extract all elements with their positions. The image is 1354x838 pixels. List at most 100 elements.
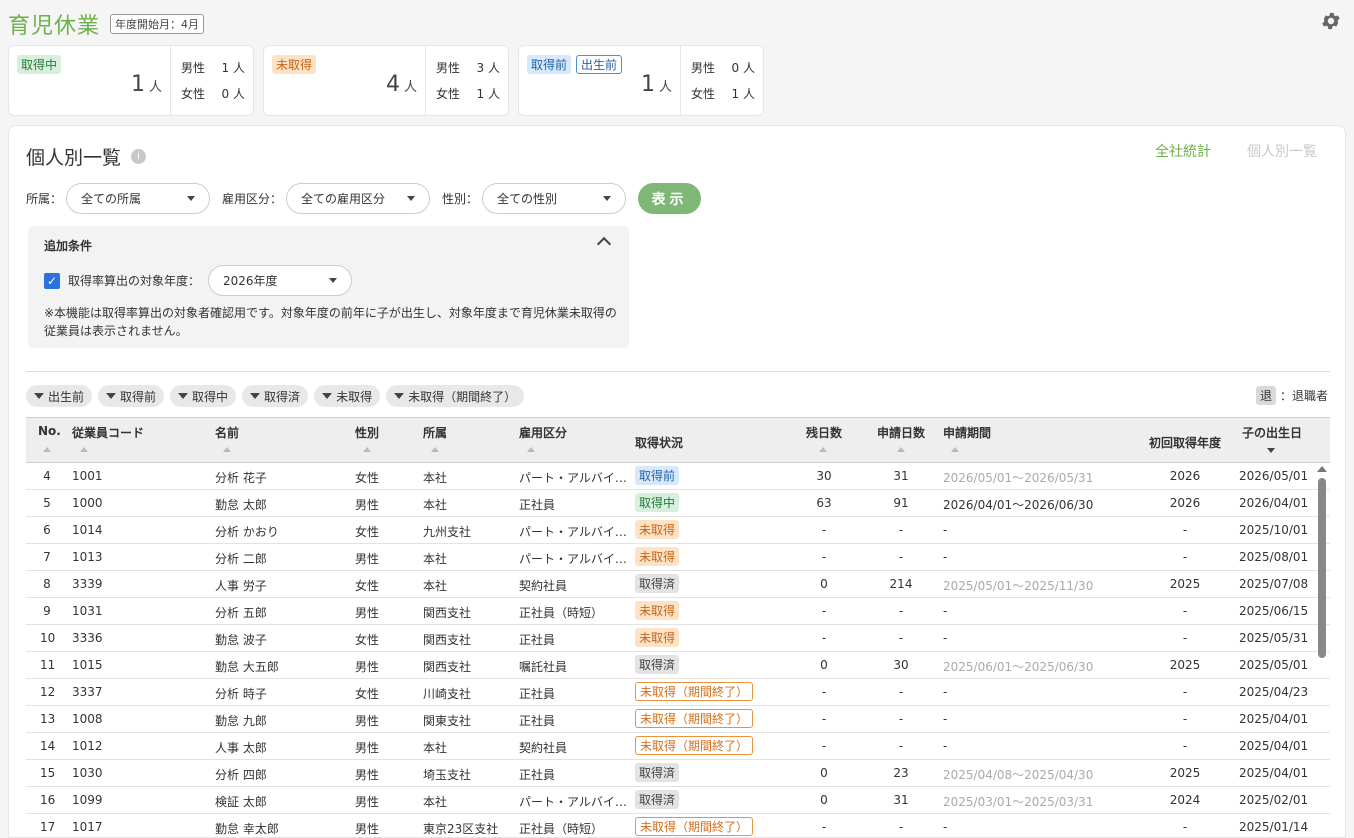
dept-cell: 関西支社	[423, 660, 472, 674]
applied-days: 23	[893, 766, 909, 780]
sort-icon[interactable]	[951, 447, 959, 452]
table-row[interactable]: 14 1012 人事 太郎 男性 本社 契約社員 未取得（期間終了） - - - - 2025/04/…	[26, 733, 1330, 760]
employment-cell: パート・アルバイ…	[519, 471, 627, 485]
table-row[interactable]: 17 1017 勤怠 幸太郎 男性 東京23区支社 正社員（時短） 未取得（期間終了） - - -…	[26, 814, 1330, 838]
sort-icon[interactable]	[223, 447, 231, 452]
remaining-days: -	[821, 631, 827, 645]
application-period: -	[943, 820, 948, 834]
table-row[interactable]: 15 1030 分析 四郎 男性 埼玉支社 正社員 取得済 0 23 2025/04/08～202…	[26, 760, 1330, 787]
chip-before[interactable]: 取得前	[98, 385, 165, 407]
divider	[26, 371, 1330, 372]
col-remaining[interactable]: 残日数	[806, 424, 842, 441]
scroll-up-arrow[interactable]	[1317, 466, 1327, 472]
employment-cell: 正社員（時短）	[519, 606, 604, 620]
nav-individual-list[interactable]: 個人別一覧	[1247, 141, 1317, 161]
scroll-thumb[interactable]	[1317, 478, 1326, 658]
chip-not-taken[interactable]: 未取得	[314, 385, 381, 407]
first-year: 2025	[1169, 658, 1201, 672]
row-no: 13	[40, 712, 56, 726]
col-gender[interactable]: 性別	[355, 424, 379, 441]
remaining-days: 0	[820, 577, 828, 591]
table-row[interactable]: 4 1001 分析 花子 女性 本社 パート・アルバイ… 取得前 30 31 2026/05/01…	[26, 463, 1330, 490]
table-row[interactable]: 10 3336 勤怠 波子 女性 関西支社 正社員 未取得 - - - - 2025/05/31	[26, 625, 1330, 652]
sort-icon[interactable]	[80, 447, 88, 452]
male-label: 男性	[691, 61, 716, 75]
col-birth[interactable]: 子の出生日	[1242, 424, 1302, 441]
employee-code: 1031	[72, 604, 103, 618]
dept-cell: 本社	[423, 498, 448, 512]
chip-active[interactable]: 取得中	[170, 385, 237, 407]
chevron-up-icon[interactable]	[596, 236, 612, 252]
show-button[interactable]: 表示	[638, 183, 702, 214]
info-icon[interactable]: i	[131, 149, 147, 164]
col-applied[interactable]: 申請日数	[877, 424, 925, 441]
col-period[interactable]: 申請期間	[943, 424, 991, 441]
employee-code: 3337	[72, 685, 103, 699]
chip-expired[interactable]: 未取得（期間終了）	[386, 385, 525, 407]
dept-cell: 関西支社	[423, 633, 472, 647]
table-row[interactable]: 13 1008 勤怠 九郎 男性 関東支社 正社員 未取得（期間終了） - - - - 2025/04…	[26, 706, 1330, 733]
table-row[interactable]: 9 1031 分析 五郎 男性 関西支社 正社員（時短） 未取得 - - - - 2025/06/15	[26, 598, 1330, 625]
col-dept[interactable]: 所属	[423, 424, 447, 441]
col-name[interactable]: 名前	[215, 424, 239, 441]
status-badge: 未取得	[635, 601, 680, 620]
employment-cell: 正社員	[519, 768, 556, 782]
application-period: -	[943, 712, 948, 726]
first-year: -	[1182, 712, 1188, 726]
sort-desc-icon[interactable]	[1267, 448, 1275, 453]
sort-icon[interactable]	[363, 447, 371, 452]
chip-done[interactable]: 取得済	[242, 385, 309, 407]
applied-days: -	[898, 739, 904, 753]
dept-filter-label: 所属：	[26, 192, 63, 206]
chevron-down-icon	[187, 196, 196, 201]
filter-icon	[394, 393, 405, 399]
row-no: 5	[43, 496, 51, 510]
sort-icon[interactable]	[819, 447, 827, 452]
table-row[interactable]: 16 1099 検証 太郎 男性 本社 パート・アルバイ… 取得済 0 31 2025/03/01…	[26, 787, 1330, 814]
status-tag: 取得中	[17, 55, 62, 74]
applied-days: 214	[889, 577, 913, 591]
employee-code: 1000	[72, 496, 103, 510]
applied-days: 30	[893, 658, 909, 672]
first-year: 2026	[1169, 469, 1201, 483]
table-body: 4 1001 分析 花子 女性 本社 パート・アルバイ… 取得前 30 31 2026/05/01…	[26, 463, 1330, 838]
dept-select[interactable]: 全ての所属	[66, 183, 211, 214]
remaining-days: -	[821, 523, 827, 537]
sort-icon[interactable]	[527, 447, 535, 452]
table-header: No. 従業員コード 名前 性別 所属 雇用区分 取得状況 残日数 申請日数 申…	[26, 417, 1330, 463]
chip-before-birth[interactable]: 出生前	[26, 385, 93, 407]
row-no: 8	[43, 577, 51, 591]
first-year: 2026	[1169, 496, 1201, 510]
sort-icon[interactable]	[897, 447, 905, 452]
gender-cell: 女性	[355, 579, 380, 593]
employee-name: 検証 太郎	[215, 795, 267, 809]
employment-select[interactable]: 全ての雇用区分	[286, 183, 431, 214]
gender-select[interactable]: 全ての性別	[482, 183, 627, 214]
application-period: -	[943, 631, 948, 645]
table-row[interactable]: 5 1000 勤怠 太郎 男性 本社 正社員 取得中 63 91 2026/04/01～2026/…	[26, 490, 1330, 517]
gender-cell: 男性	[355, 714, 380, 728]
sort-icon[interactable]	[43, 447, 51, 452]
status-tag: 未取得	[272, 55, 317, 74]
target-year-select[interactable]: 2026年度	[208, 265, 353, 296]
target-year-checkbox[interactable]: ✓	[44, 272, 60, 289]
col-code[interactable]: 従業員コード	[72, 424, 144, 441]
first-year: -	[1182, 604, 1188, 618]
nav-company-stats[interactable]: 全社統計	[1155, 141, 1211, 161]
employee-name: 分析 時子	[215, 687, 267, 701]
application-period: 2025/04/08～2025/04/30	[943, 768, 1094, 782]
table-row[interactable]: 8 3339 人事 労子 女性 本社 契約社員 取得済 0 214 2025/05/01～2025…	[26, 571, 1330, 598]
col-employment[interactable]: 雇用区分	[519, 424, 567, 441]
table-row[interactable]: 11 1015 勤怠 大五郎 男性 関西支社 嘱託社員 取得済 0 30 2025/06/01～2…	[26, 652, 1330, 679]
employee-code: 1001	[72, 469, 103, 483]
table-row[interactable]: 7 1013 分析 二郎 男性 本社 パート・アルバイ… 未取得 - - - - 2025/08/01	[26, 544, 1330, 571]
vertical-scrollbar[interactable]	[1317, 466, 1327, 838]
gender-cell: 男性	[355, 741, 380, 755]
table-row[interactable]: 12 3337 分析 時子 女性 川崎支社 正社員 未取得（期間終了） - - - - 2025/04…	[26, 679, 1330, 706]
col-no[interactable]: No.	[38, 424, 61, 438]
sort-icon[interactable]	[431, 447, 439, 452]
table-row[interactable]: 6 1014 分析 かおり 女性 九州支社 パート・アルバイ… 未取得 - - - - 2025/10…	[26, 517, 1330, 544]
row-no: 17	[40, 820, 56, 834]
retired-legend-text: ：退職者	[1279, 389, 1328, 403]
gear-icon[interactable]	[1320, 10, 1342, 32]
